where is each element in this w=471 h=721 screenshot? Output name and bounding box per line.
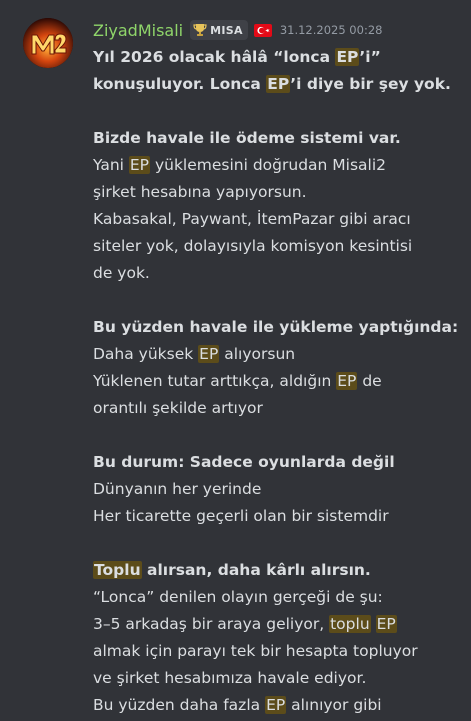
guild-tag-badge[interactable]: MISA	[190, 20, 248, 40]
message-line: Dünyanın her yerinde	[93, 476, 461, 503]
keyword-highlight: EP	[265, 696, 287, 714]
message-line: Bu durum: Sadece oyunlarda değil	[93, 449, 461, 476]
message-text: de yok.	[93, 264, 150, 282]
keyword-highlight: EP	[266, 75, 291, 93]
message-text: yüklemesini doğrudan Misali2	[150, 156, 387, 174]
message-line: şirket hesabına yapıyorsun.	[93, 179, 461, 206]
message-line: Her ticarette geçerli olan bir sistemdir	[93, 503, 461, 530]
keyword-highlight: EP	[335, 48, 360, 66]
message-line: Yüklenen tutar arttıkça, aldığın EP de	[93, 368, 461, 395]
keyword-highlight: EP	[198, 345, 220, 363]
message-line: 3–5 arkadaş bir araya geliyor, toplu EP	[93, 611, 461, 638]
trophy-icon	[193, 24, 207, 36]
message-line: ve şirket hesabımıza havale ediyor.	[93, 665, 461, 692]
message-header: ZiyadMisali MISA 31.12.2025 00:28	[93, 19, 382, 41]
keyword-highlight: Toplu	[93, 561, 142, 579]
message-line: Toplu alırsan, daha kârlı alırsın.	[93, 557, 461, 584]
message-line: almak için parayı tek bir hesapta topluy…	[93, 638, 461, 665]
message-text: ’i diye bir şey yok.	[290, 75, 451, 93]
message-text: Her ticarette geçerli olan bir sistemdir	[93, 507, 389, 525]
message-text: Bu yüzden havale ile yükleme yaptığında:	[93, 318, 459, 336]
message-line: “Lonca” denilen olayın gerçeği de şu:	[93, 584, 461, 611]
message-line: Yıl 2026 olacak hâlâ “lonca EP’i”	[93, 44, 461, 71]
message-line: Daha yüksek EP alıyorsun	[93, 341, 461, 368]
message-line: Bu yüzden daha fazla EP alınıyor gibi	[93, 692, 461, 719]
keyword-highlight: EP	[336, 372, 358, 390]
message-text: konuşuluyor. Lonca	[93, 75, 267, 93]
message-text: orantılı şekilde artıyor	[93, 399, 263, 417]
message-text: Bu yüzden daha fazla	[93, 696, 266, 714]
message-text: “Lonca” denilen olayın gerçeği de şu:	[93, 588, 383, 606]
message-text: Yüklenen tutar arttıkça, aldığın	[93, 372, 337, 390]
message-text: ve şirket hesabımıza havale ediyor.	[93, 669, 367, 687]
message-line: siteler yok, dolayısıyla komisyon kesint…	[93, 233, 461, 260]
guild-tag-label: MISA	[210, 23, 243, 37]
message-line: orantılı şekilde artıyor	[93, 395, 461, 422]
message-text: Yıl 2026 olacak hâlâ “lonca	[93, 48, 336, 66]
message-line: Kabasakal, Paywant, İtemPazar gibi aracı	[93, 206, 461, 233]
message-line: Bu yüzden havale ile yükleme yaptığında:	[93, 314, 461, 341]
message-text: ’i”	[359, 48, 381, 66]
message-text: de	[357, 372, 382, 390]
keyword-highlight: EP	[128, 156, 151, 174]
message-text: Bizde havale ile ödeme sistemi var.	[93, 129, 401, 147]
message-line: de yok.	[93, 260, 461, 287]
message-text: almak için parayı tek bir hesapta topluy…	[93, 642, 418, 660]
message-text: Dünyanın her yerinde	[93, 480, 262, 498]
message-text: Kabasakal, Paywant, İtemPazar gibi aracı	[93, 210, 411, 228]
keyword-highlight: toplu	[329, 615, 371, 633]
avatar-logo-icon: M2	[23, 18, 73, 68]
username[interactable]: ZiyadMisali	[93, 21, 183, 40]
message-text: alıyorsun	[219, 345, 296, 363]
turkey-flag-icon	[253, 23, 272, 37]
message-text: alırsan, daha kârlı alırsın.	[141, 561, 371, 579]
user-avatar[interactable]: M2	[23, 18, 73, 68]
message-text: şirket hesabına yapıyorsun.	[93, 183, 307, 201]
message-line: konuşuluyor. Lonca EP’i diye bir şey yok…	[93, 71, 461, 98]
message-text: alınıyor gibi	[286, 696, 382, 714]
message-line: Yani EP yüklemesini doğrudan Misali2	[93, 152, 461, 179]
message-text	[371, 615, 376, 633]
message-timestamp: 31.12.2025 00:28	[279, 23, 383, 37]
message-text: Yani	[93, 156, 129, 174]
message-line: Bizde havale ile ödeme sistemi var.	[93, 125, 461, 152]
message-text: Daha yüksek	[93, 345, 199, 363]
message-text: Bu durum: Sadece oyunlarda değil	[93, 453, 395, 471]
message-content: Yıl 2026 olacak hâlâ “lonca EP’i” konuşul…	[93, 44, 461, 719]
chat-message: M2 ZiyadMisali MISA 31.12.2025 00:28 Yıl…	[0, 0, 471, 721]
message-text: 3–5 arkadaş bir araya geliyor,	[93, 615, 330, 633]
message-text: siteler yok, dolayısıyla komisyon kesint…	[93, 237, 413, 255]
keyword-highlight: EP	[375, 615, 397, 633]
